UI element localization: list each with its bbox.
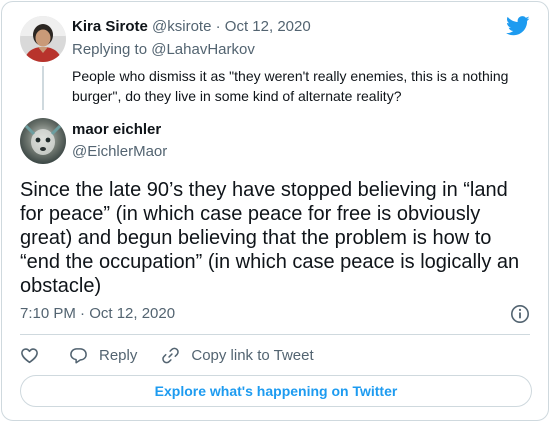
info-icon[interactable] <box>510 304 530 324</box>
twitter-bird-icon[interactable] <box>506 16 530 36</box>
tweet-embed-card: Kira Sirote @ksirote · Oct 12, 2020 Repl… <box>1 1 549 421</box>
heart-icon <box>20 346 39 365</box>
reply-button-label: Reply <box>99 346 138 364</box>
main-author-name[interactable]: maor eichler <box>72 121 161 138</box>
copy-link-label: Copy link to Tweet <box>191 346 314 364</box>
link-icon <box>161 346 180 365</box>
reply-author-name[interactable]: Kira Sirote <box>72 18 148 35</box>
reply-author-handle[interactable]: @ksirote <box>152 18 211 35</box>
divider <box>20 334 530 335</box>
main-author-handle[interactable]: @EichlerMaor <box>72 143 167 160</box>
header-separator: · <box>215 18 221 35</box>
main-author-avatar[interactable] <box>20 118 66 164</box>
replying-to-prefix: Replying to <box>72 41 148 58</box>
replying-to-handle[interactable]: @LahavHarkov <box>151 41 255 58</box>
reply-tweet-header: Kira Sirote @ksirote · Oct 12, 2020 <box>72 18 311 35</box>
explore-twitter-button[interactable]: Explore what's happening on Twitter <box>20 375 532 407</box>
copy-link-button[interactable]: Copy link to Tweet <box>161 346 314 365</box>
main-tweet-text: Since the late 90’s they have stopped be… <box>20 179 520 297</box>
reply-bubble-icon <box>69 346 88 365</box>
reply-tweet-text: People who dismiss it as "they weren't r… <box>72 68 509 104</box>
like-button[interactable] <box>20 346 39 365</box>
reply-button[interactable]: Reply <box>69 346 137 365</box>
explore-button-label: Explore what's happening on Twitter <box>154 383 398 399</box>
action-bar: Reply Copy link to Tweet <box>20 344 338 366</box>
reply-author-avatar[interactable] <box>20 16 66 62</box>
reply-tweet-date[interactable]: Oct 12, 2020 <box>225 18 311 35</box>
tweet-timestamp[interactable]: 7:10 PM · Oct 12, 2020 <box>20 305 175 322</box>
thread-connector-line <box>42 66 44 110</box>
replying-to-line: Replying to @LahavHarkov <box>72 41 255 58</box>
